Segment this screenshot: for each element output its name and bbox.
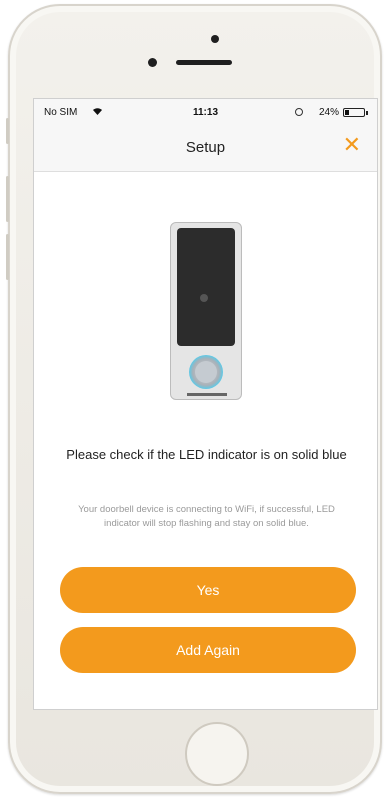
led-check-instruction: Please check if the LED indicator is on … — [66, 447, 347, 462]
volume-up-button — [6, 176, 9, 222]
navigation-bar: Setup ✕ — [34, 125, 377, 172]
volume-down-button — [6, 234, 9, 280]
add-again-button[interactable]: Add Again — [60, 627, 356, 673]
close-icon[interactable]: ✕ — [343, 134, 361, 156]
alarm-icon — [295, 108, 303, 116]
yes-button[interactable]: Yes — [60, 567, 356, 613]
front-camera — [211, 35, 219, 43]
doorbell-device-image — [170, 222, 242, 400]
battery-icon — [343, 108, 365, 117]
doorbell-lens — [200, 294, 208, 302]
proximity-sensor — [148, 58, 157, 67]
doorbell-led-ring — [189, 355, 223, 389]
earpiece-speaker — [176, 60, 232, 65]
page-title: Setup — [185, 139, 226, 156]
doorbell-press-button — [195, 361, 217, 383]
battery-fill — [345, 110, 349, 115]
app-screen: No SIM 11:13 24% Setup ✕ Please check if… — [33, 98, 378, 710]
status-bar: No SIM 11:13 24% — [34, 99, 377, 125]
mute-switch — [6, 118, 9, 144]
home-button[interactable] — [185, 722, 249, 786]
battery-percent: 24% — [318, 107, 339, 118]
doorbell-logo — [187, 393, 227, 396]
doorbell-camera-panel — [177, 228, 235, 346]
connection-description: Your doorbell device is connecting to Wi… — [78, 504, 335, 529]
battery-tip — [366, 111, 368, 115]
